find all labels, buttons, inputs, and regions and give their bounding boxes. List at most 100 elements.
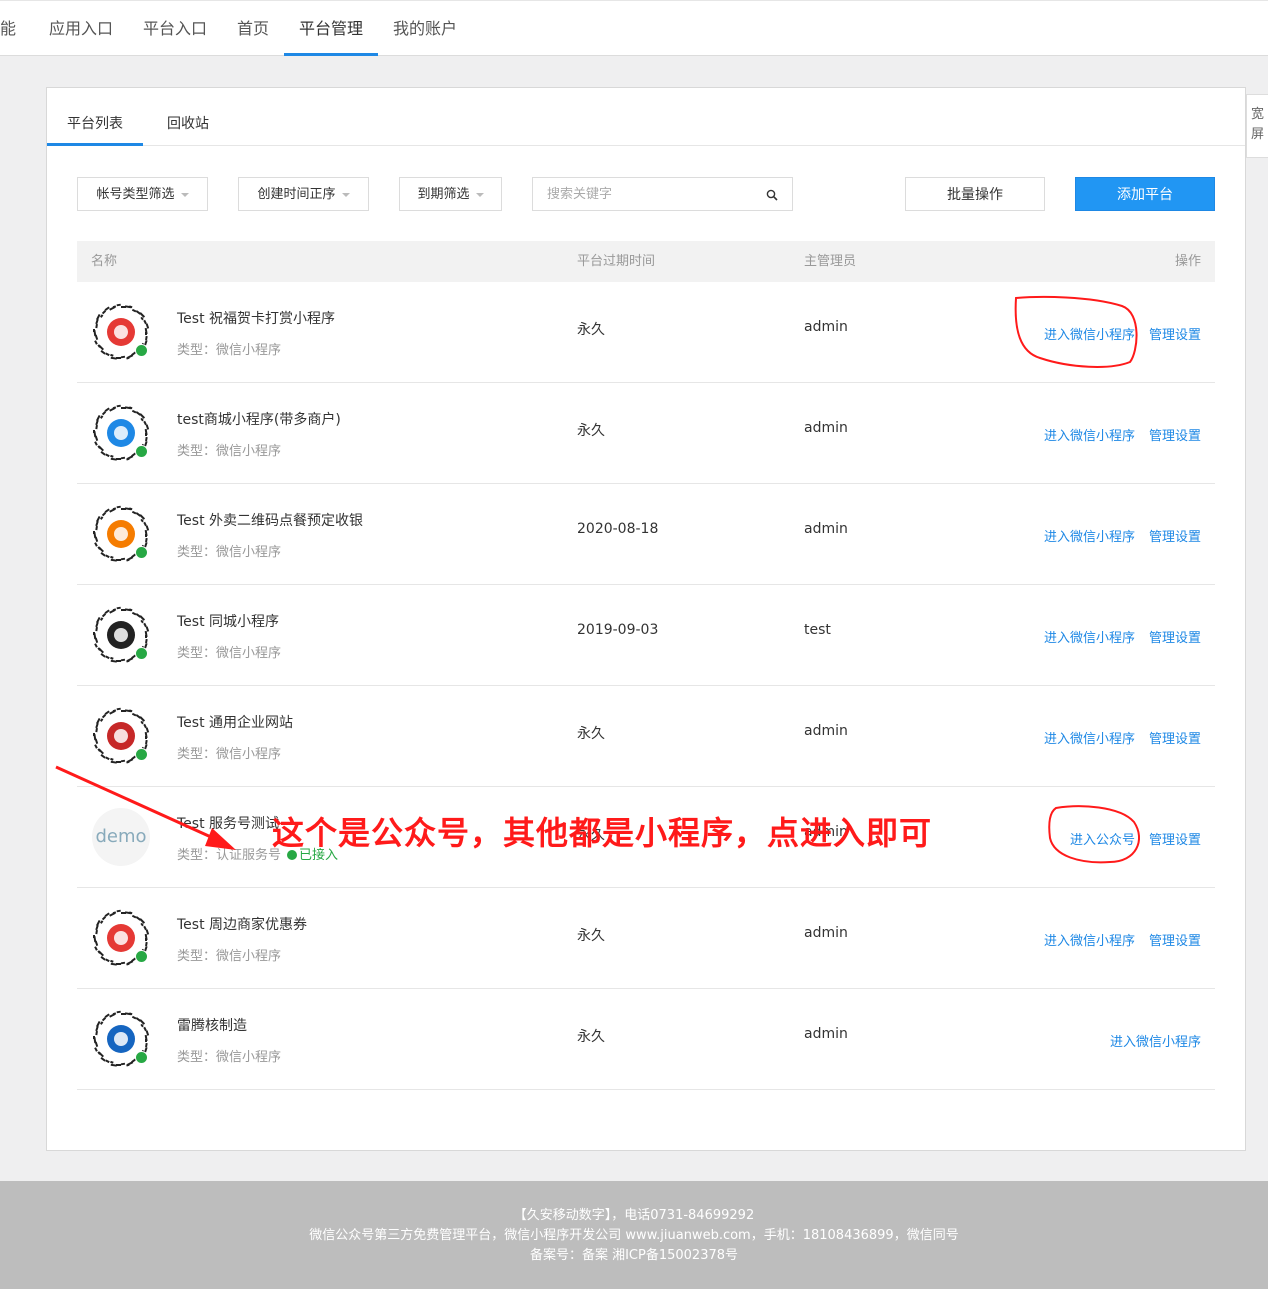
account-type-filter[interactable]: 帐号类型筛选 xyxy=(77,177,208,211)
table-row: test商城小程序(带多商户) 类型：微信小程序 永久 admin 进入微信小程… xyxy=(77,383,1215,484)
platform-type-label: 类型：微信小程序 xyxy=(177,1050,282,1065)
enter-platform-link[interactable]: 进入微信小程序 xyxy=(1110,1035,1201,1050)
search-input[interactable] xyxy=(545,186,759,203)
mini-program-badge-icon xyxy=(135,445,148,458)
platform-name: Test 外卖二维码点餐预定收银 xyxy=(177,513,364,529)
widescreen-button[interactable]: 宽屏 xyxy=(1246,94,1268,158)
enter-platform-link[interactable]: 进入微信小程序 xyxy=(1044,530,1135,545)
chevron-down-icon xyxy=(180,192,189,197)
platform-type: 类型：微信小程序 xyxy=(177,945,281,964)
platform-type-label: 类型：微信小程序 xyxy=(177,949,282,964)
admin-name: test xyxy=(804,622,831,638)
platform-type-label: 类型：微信小程序 xyxy=(177,747,282,762)
manage-settings-link[interactable]: 管理设置 xyxy=(1149,429,1201,444)
tab-bar: 平台列表 回收站 xyxy=(47,88,1245,146)
header-name: 名称 xyxy=(91,254,118,269)
row-actions: 进入微信小程序 管理设置 xyxy=(1030,526,1201,545)
nav-item-my-account[interactable]: 我的账户 xyxy=(393,1,457,56)
add-platform-button[interactable]: 添加平台 xyxy=(1075,177,1215,211)
admin-name: admin xyxy=(804,723,848,739)
platform-name: 雷腾核制造 xyxy=(177,1018,247,1034)
footer-description-line: 微信公众号第三方免费管理平台，微信小程序开发公司 www.jiuanweb.co… xyxy=(309,1228,959,1243)
manage-settings-link[interactable]: 管理设置 xyxy=(1149,530,1201,545)
table-header: 名称 平台过期时间 主管理员 操作 xyxy=(77,241,1215,282)
platform-name: Test 服务号测试 xyxy=(177,816,280,832)
nav-item-platform-management[interactable]: 平台管理 xyxy=(284,1,378,56)
enter-platform-link[interactable]: 进入微信小程序 xyxy=(1044,732,1135,747)
mini-program-badge-icon xyxy=(135,647,148,660)
platform-panel: 平台列表 回收站 帐号类型筛选 创建时间正序 到期筛选 批量操作 添加平台 名称… xyxy=(46,87,1246,1151)
enter-platform-link[interactable]: 进入微信小程序 xyxy=(1044,631,1135,646)
platform-type-label: 类型：微信小程序 xyxy=(177,646,282,661)
tab-recycle-bin[interactable]: 回收站 xyxy=(143,88,233,144)
chevron-down-icon xyxy=(341,192,350,197)
enter-platform-link[interactable]: 进入微信小程序 xyxy=(1044,328,1135,343)
chevron-down-icon xyxy=(475,192,484,197)
expire-filter[interactable]: 到期筛选 xyxy=(399,177,502,211)
batch-operation-button[interactable]: 批量操作 xyxy=(905,177,1045,211)
enter-platform-link[interactable]: 进入微信小程序 xyxy=(1044,934,1135,949)
table-row: Test 通用企业网站 类型：微信小程序 永久 admin 进入微信小程序 管理设… xyxy=(77,686,1215,787)
expire-time: 2019-09-03 xyxy=(577,622,659,638)
expire-time: 永久 xyxy=(577,1029,605,1045)
expire-filter-label: 到期筛选 xyxy=(417,187,470,202)
platform-name: Test 周边商家优惠券 xyxy=(177,917,308,933)
platform-type: 类型：微信小程序 xyxy=(177,642,281,661)
nav-item-platform-entry[interactable]: 平台入口 xyxy=(143,1,207,56)
expire-time: 永久 xyxy=(577,928,605,944)
table-row: 雷腾核制造 类型：微信小程序 永久 admin 进入微信小程序 xyxy=(77,989,1215,1090)
manage-settings-link[interactable]: 管理设置 xyxy=(1149,732,1201,747)
manage-settings-link[interactable]: 管理设置 xyxy=(1149,833,1201,848)
manage-settings-link[interactable]: 管理设置 xyxy=(1149,934,1201,949)
platform-name: test商城小程序(带多商户) xyxy=(177,412,341,428)
platform-type-label: 类型：微信小程序 xyxy=(177,545,282,560)
admin-name: admin xyxy=(804,319,848,335)
platform-name: Test 通用企业网站 xyxy=(177,715,294,731)
demo-logo: demo xyxy=(92,808,150,866)
mini-program-badge-icon xyxy=(135,546,148,559)
admin-name: admin xyxy=(804,521,848,537)
platform-type: 类型：微信小程序 xyxy=(177,541,281,560)
platform-name: Test 祝福贺卡打赏小程序 xyxy=(177,311,336,327)
nav-item-app-entry[interactable]: 应用入口 xyxy=(49,1,113,56)
manage-settings-link[interactable]: 管理设置 xyxy=(1149,631,1201,646)
header-expire-time: 平台过期时间 xyxy=(577,254,656,269)
search-icon[interactable] xyxy=(766,189,778,201)
expire-time: 永久 xyxy=(577,322,605,338)
created-sort-filter-label: 创建时间正序 xyxy=(257,187,336,202)
nav-item-functions[interactable]: 功能 xyxy=(0,1,16,56)
platform-type: 类型：微信小程序 xyxy=(177,440,281,459)
enter-platform-link[interactable]: 进入公众号 xyxy=(1070,833,1135,848)
footer-icp-line: 备案号：备案 湘ICP备15002378号 xyxy=(529,1248,739,1263)
platform-type-label: 类型：微信小程序 xyxy=(177,343,282,358)
header-operations: 操作 xyxy=(1174,254,1201,269)
nav-item-home[interactable]: 首页 xyxy=(237,1,269,56)
mini-program-badge-icon xyxy=(135,950,148,963)
header-admin: 主管理员 xyxy=(804,254,857,269)
platform-type-label: 类型：认证服务号 xyxy=(177,848,282,863)
manage-settings-link[interactable]: 管理设置 xyxy=(1149,328,1201,343)
expire-time: 2020-08-18 xyxy=(577,521,659,537)
enter-platform-link[interactable]: 进入微信小程序 xyxy=(1044,429,1135,444)
row-actions: 进入微信小程序 管理设置 xyxy=(1030,728,1201,747)
row-actions: 进入微信小程序 管理设置 xyxy=(1030,425,1201,444)
expire-time: 永久 xyxy=(577,726,605,742)
platform-name: Test 同城小程序 xyxy=(177,614,280,630)
footer: 【久安移动数字】，电话0731-84699292 微信公众号第三方免费管理平台，… xyxy=(0,1181,1268,1289)
platform-type: 类型：微信小程序 xyxy=(177,1046,281,1065)
row-actions: 进入微信小程序 管理设置 xyxy=(1030,930,1201,949)
table-row: Test 同城小程序 类型：微信小程序 2019-09-03 test 进入微信… xyxy=(77,585,1215,686)
admin-name: admin xyxy=(804,1026,848,1042)
expire-time: 永久 xyxy=(577,423,605,439)
tab-platform-list[interactable]: 平台列表 xyxy=(47,88,143,146)
mini-program-badge-icon xyxy=(135,748,148,761)
account-type-filter-label: 帐号类型筛选 xyxy=(96,187,175,202)
row-actions: 进入微信小程序 管理设置 xyxy=(1030,627,1201,646)
search-box xyxy=(532,177,793,211)
created-sort-filter[interactable]: 创建时间正序 xyxy=(238,177,369,211)
table-row: Test 祝福贺卡打赏小程序 类型：微信小程序 永久 admin 进入微信小程序… xyxy=(77,282,1215,383)
mini-program-badge-icon xyxy=(135,344,148,357)
admin-name: admin xyxy=(804,420,848,436)
top-nav: 功能 应用入口 平台入口 首页 平台管理 我的账户 xyxy=(0,0,1268,56)
table-row: Test 外卖二维码点餐预定收银 类型：微信小程序 2020-08-18 adm… xyxy=(77,484,1215,585)
